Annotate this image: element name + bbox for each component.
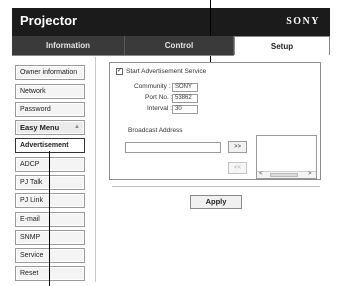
sidebar-item-label: ADCP — [20, 161, 40, 168]
sidebar-item-label: E-mail — [20, 216, 40, 223]
sidebar-item-label: PJ Link — [20, 197, 43, 204]
checkmark-icon: ✓ — [117, 68, 123, 74]
sidebar-item-network[interactable]: Network — [15, 84, 85, 99]
tab-information[interactable]: Information — [12, 36, 125, 55]
sidebar-item-label: Reset — [20, 270, 39, 277]
tab-underline — [12, 55, 234, 56]
sidebar-item-reset[interactable]: Reset — [15, 266, 85, 281]
sidebar-item-label: Easy Menu — [20, 123, 60, 132]
sidebar-item-adcp[interactable]: ADCP — [15, 157, 85, 172]
sidebar-item-label: Advertisement — [20, 142, 69, 149]
sidebar-item-label: SNMP — [20, 234, 41, 241]
horizontal-scrollbar[interactable]: < > — [257, 171, 316, 178]
app-title: Projector — [20, 13, 78, 28]
up-chevron-icon[interactable]: ▲ — [74, 121, 80, 134]
start-service-checkbox[interactable]: ✓ — [116, 68, 123, 75]
sidebar-item-label: PJ Talk — [20, 179, 43, 186]
sidebar-item-label: Password — [20, 106, 51, 113]
sidebar-item-advertisement[interactable]: Advertisement — [15, 138, 85, 153]
community-label: Community : — [134, 83, 171, 90]
sidebar-item-label: Service — [20, 252, 44, 259]
sony-logo: SONY — [286, 16, 320, 27]
sidebar-item-email[interactable]: E-mail — [15, 212, 85, 227]
interval-field[interactable]: 30 — [172, 105, 198, 114]
sidebar-item-service[interactable]: Service — [15, 248, 85, 263]
port-field[interactable]: 53862 — [172, 94, 198, 103]
apply-button[interactable]: Apply — [190, 195, 242, 209]
scroll-thumb[interactable] — [270, 173, 298, 177]
community-field[interactable]: SONY — [172, 83, 198, 92]
scroll-right-icon[interactable]: > — [308, 171, 312, 177]
broadcast-address-input[interactable] — [125, 142, 221, 153]
broadcast-address-list[interactable]: < > — [256, 135, 317, 179]
sidebar-item-owner-information[interactable]: Owner information — [15, 65, 85, 80]
app-header: Projector SONY — [12, 8, 330, 36]
sidebar-item-label: Network — [20, 88, 46, 95]
sidebar-item-label: Owner information — [20, 69, 78, 76]
sidebar-item-password[interactable]: Password — [15, 102, 85, 117]
port-label: Port No. : — [145, 94, 173, 101]
sidebar-item-snmp[interactable]: SNMP — [15, 230, 85, 245]
apply-divider — [112, 186, 320, 187]
tab-setup[interactable]: Setup — [234, 36, 330, 55]
sidebar-divider — [95, 57, 96, 282]
sidebar-item-pj-link[interactable]: PJ Link — [15, 193, 85, 208]
sidebar-item-pj-talk[interactable]: PJ Talk — [15, 175, 85, 190]
broadcast-address-label: Broadcast Address — [128, 127, 183, 134]
tab-control[interactable]: Control — [125, 36, 234, 55]
add-address-button[interactable]: >> — [228, 141, 247, 153]
remove-address-button[interactable]: << — [228, 162, 247, 174]
start-service-label: Start Advertisement Service — [126, 68, 207, 75]
interval-label: Interval : — [147, 105, 172, 112]
sidebar-item-easy-menu[interactable]: Easy Menu ▲ — [15, 120, 85, 135]
advertisement-panel: ✓ Start Advertisement Service Community … — [109, 62, 321, 180]
scroll-left-icon[interactable]: < — [259, 171, 263, 177]
callout-line-bottom — [49, 151, 50, 286]
